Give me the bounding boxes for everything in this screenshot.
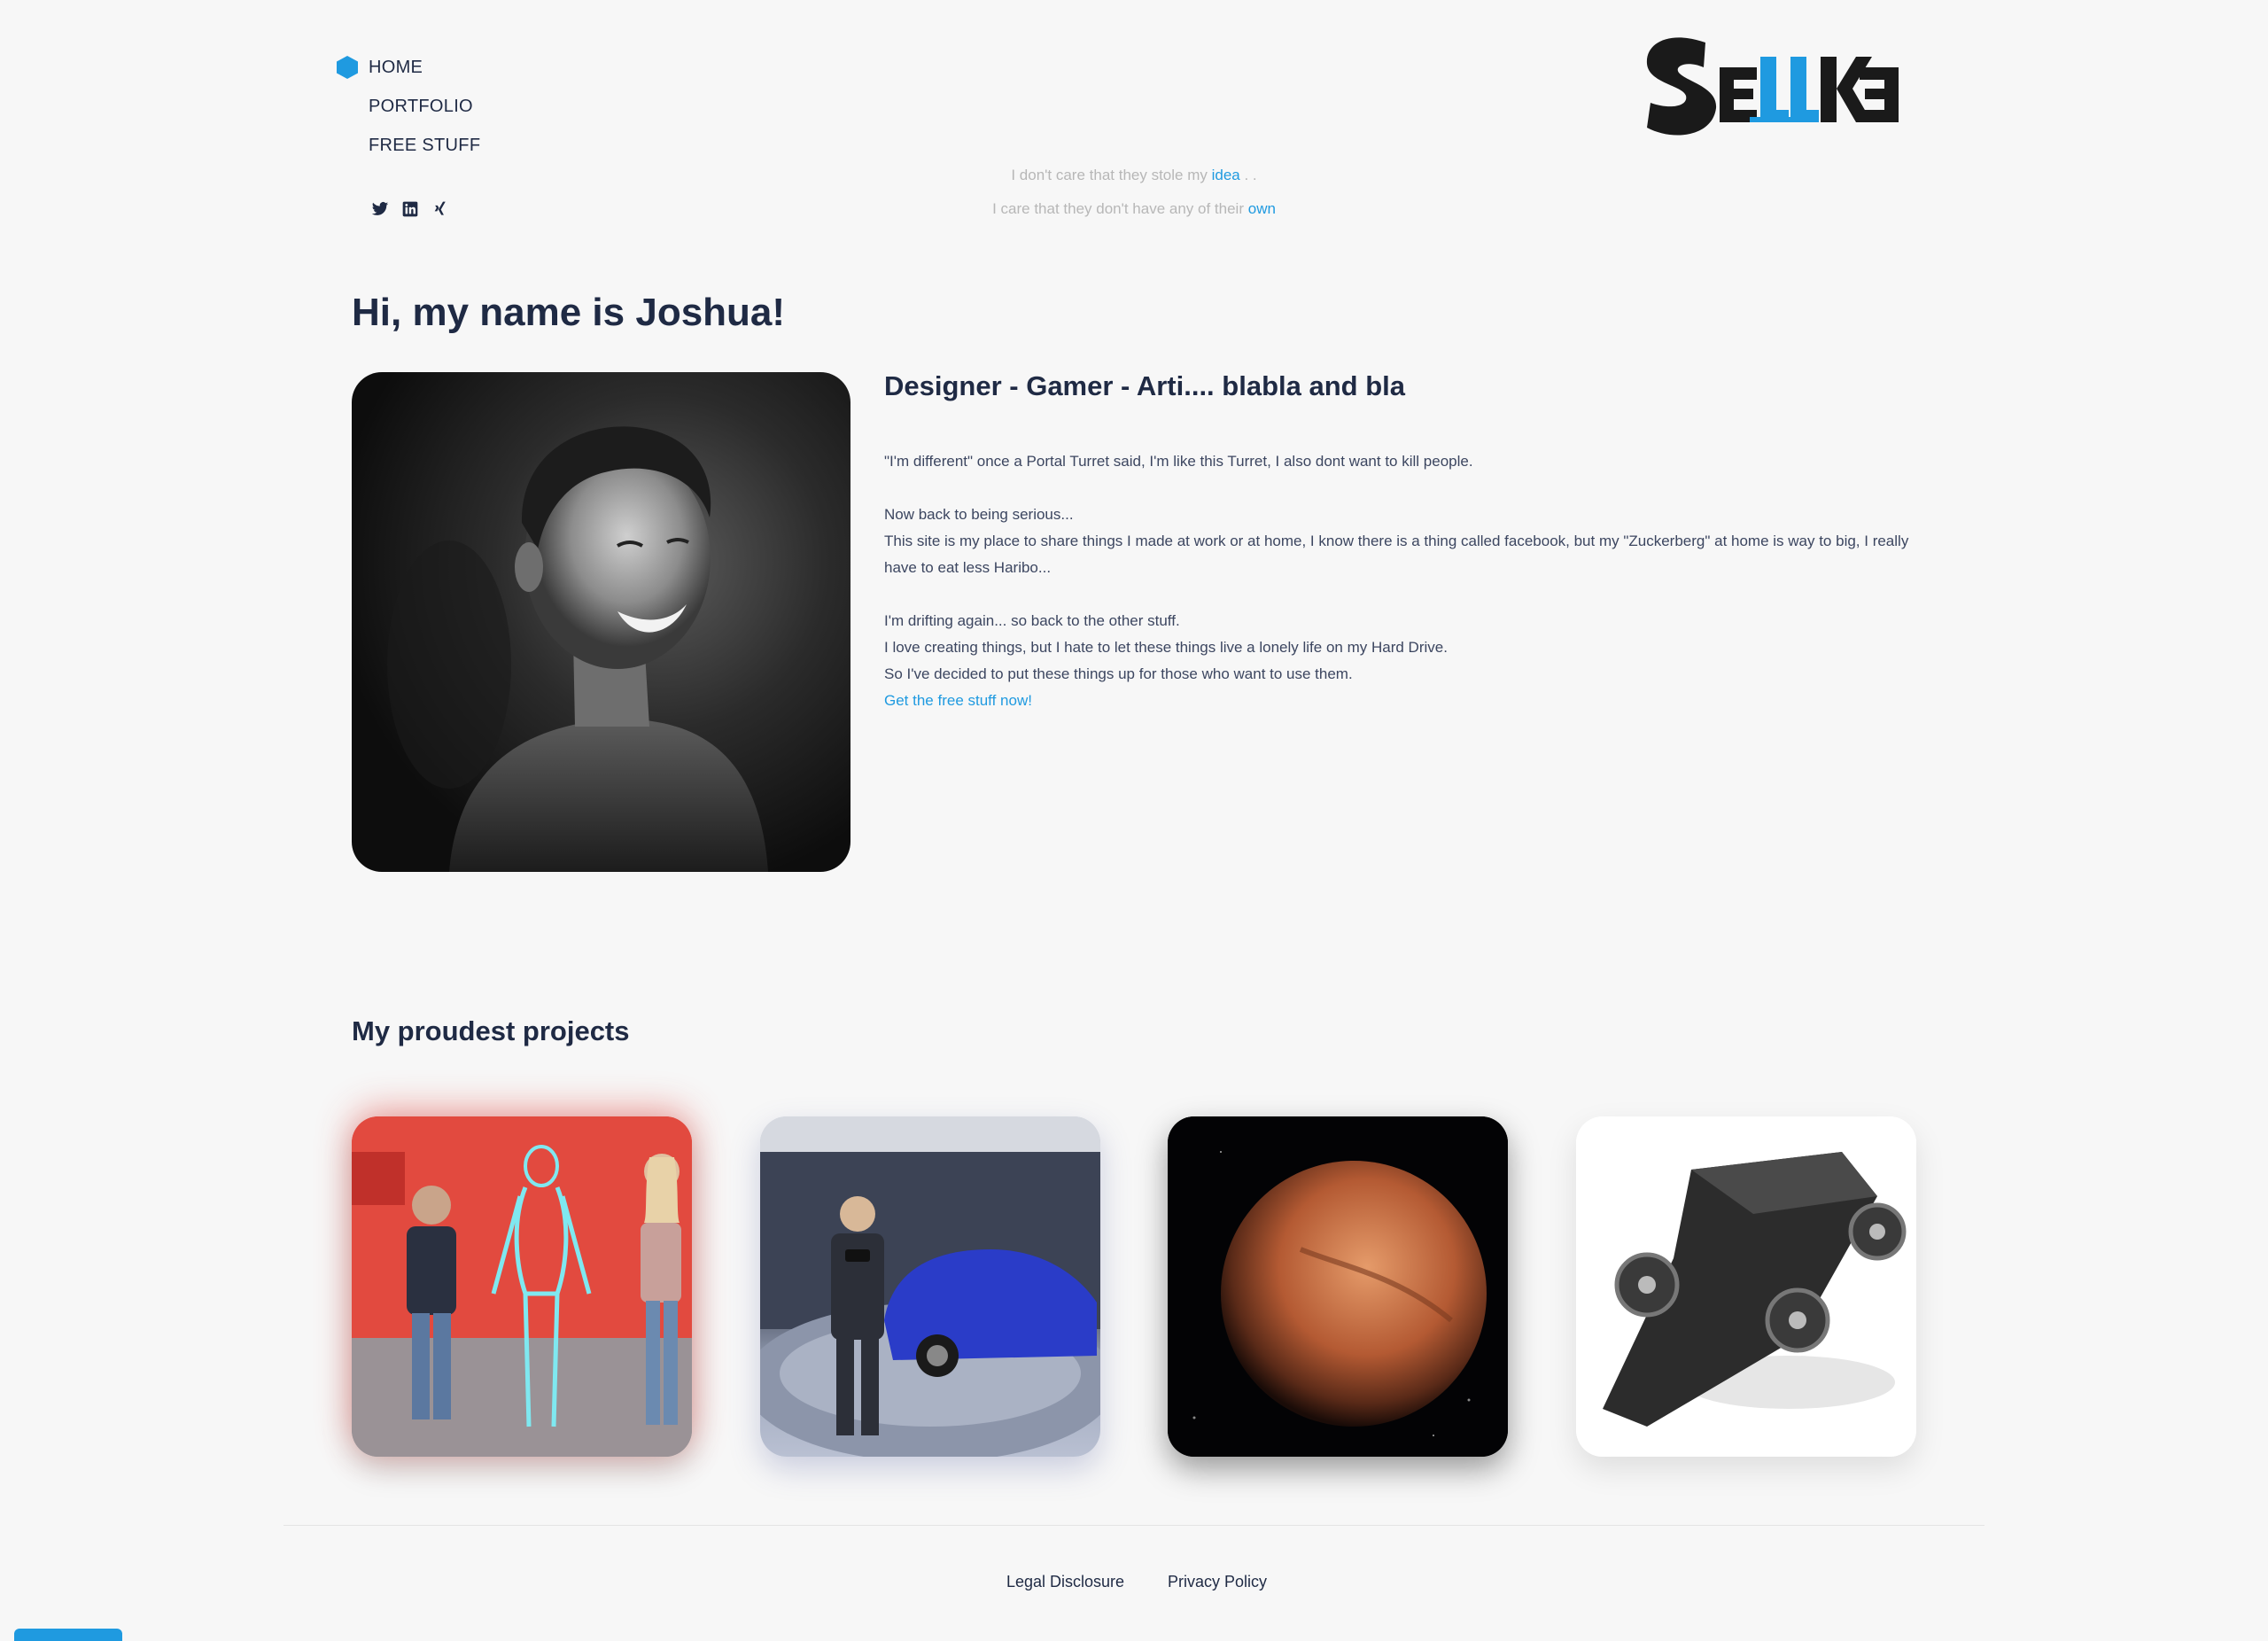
- bio-paragraph: This site is my place to share things I …: [884, 533, 1909, 576]
- legal-disclosure-link[interactable]: Legal Disclosure: [1006, 1573, 1124, 1591]
- site-logo[interactable]: [1643, 32, 1900, 142]
- twitter-icon[interactable]: [371, 200, 389, 218]
- quote-text: . .: [1239, 167, 1257, 183]
- bio-paragraph: I love creating things, but I hate to le…: [884, 639, 1448, 656]
- privacy-policy-link[interactable]: Privacy Policy: [1168, 1573, 1267, 1591]
- quote-text: I don't care that they stole my: [1011, 167, 1212, 183]
- hexagon-icon: [335, 55, 369, 80]
- nav-item-label: PORTFOLIO: [369, 96, 473, 116]
- project-card-tv-studio[interactable]: [352, 1116, 692, 1457]
- bio-paragraph: Now back to being serious...: [884, 506, 1074, 523]
- social-links: [371, 200, 449, 218]
- linkedin-icon[interactable]: [401, 200, 419, 218]
- footer-divider: [284, 1525, 1984, 1526]
- profile-photo: [352, 372, 850, 872]
- projects-heading: My proudest projects: [352, 1015, 630, 1046]
- project-card-mars[interactable]: [1168, 1116, 1508, 1457]
- bio-paragraph: So I've decided to put these things up f…: [884, 665, 1353, 682]
- quote-accent-word: idea: [1211, 167, 1240, 183]
- nav-item-free-stuff[interactable]: FREE STUFF: [335, 126, 480, 165]
- quote-accent-word: own: [1247, 200, 1276, 217]
- page-title: Hi, my name is Joshua!: [352, 291, 786, 334]
- project-card-car-showroom[interactable]: [760, 1116, 1100, 1457]
- bio-paragraph: I'm drifting again... so back to the oth…: [884, 612, 1180, 629]
- main-nav: HOME PORTFOLIO FREE STUFF: [335, 48, 480, 165]
- cookie-tab[interactable]: [14, 1629, 122, 1641]
- quote-line-2: I care that they don't have any of their…: [886, 200, 1382, 218]
- nav-item-home[interactable]: HOME: [335, 48, 480, 87]
- quote-text: I care that they don't have any of their: [992, 200, 1248, 217]
- bio-text: "I'm different" once a Portal Turret sai…: [884, 448, 1921, 714]
- hero-subtitle: Designer - Gamer - Arti.... blabla and b…: [884, 370, 1405, 401]
- xing-icon[interactable]: [431, 200, 449, 218]
- bio-paragraph: "I'm different" once a Portal Turret sai…: [884, 453, 1473, 470]
- nav-item-label: HOME: [369, 57, 423, 77]
- free-stuff-link[interactable]: Get the free stuff now!: [884, 692, 1032, 709]
- quote-line-1: I don't care that they stole my idea . .: [886, 167, 1382, 184]
- nav-item-label: FREE STUFF: [369, 135, 481, 155]
- project-card-spaceship[interactable]: [1576, 1116, 1916, 1457]
- nav-item-portfolio[interactable]: PORTFOLIO: [335, 87, 480, 126]
